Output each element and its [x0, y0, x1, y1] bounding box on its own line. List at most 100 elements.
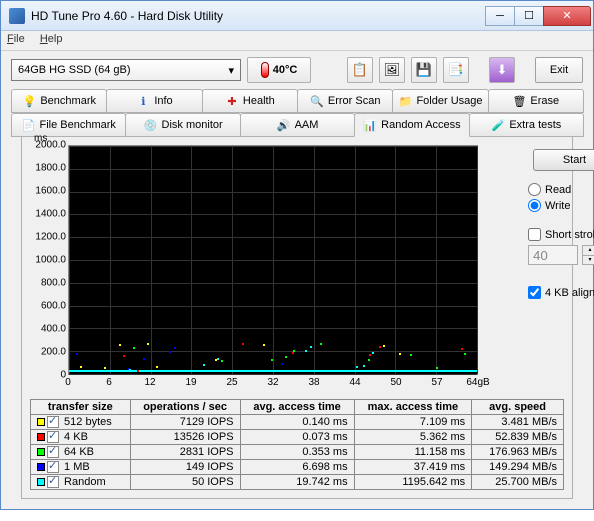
short-stroke-spinner[interactable]: ▴▾	[582, 245, 594, 265]
start-button[interactable]: Start	[533, 149, 594, 171]
tab-error-scan[interactable]: 🔍Error Scan	[297, 89, 393, 113]
health-icon: ✚	[225, 94, 239, 108]
speaker-icon: 🔊	[277, 118, 291, 132]
save-button[interactable]: 💾	[411, 57, 437, 83]
table-cell: 2831 IOPS	[130, 445, 240, 460]
screenshot-button[interactable]: 🖼	[379, 57, 405, 83]
write-radio[interactable]	[528, 199, 541, 212]
minimize-button[interactable]: ─	[485, 6, 515, 26]
close-button[interactable]: ✕	[543, 6, 591, 26]
chart-y-tick: 1000.0	[35, 255, 66, 266]
info-icon: ℹ	[136, 94, 150, 108]
side-panel: Start Read Write Short stroke ▴▾ gB 4 KB…	[528, 145, 594, 375]
table-cell: 0.353 ms	[240, 445, 354, 460]
chart-icon: 📊	[363, 118, 377, 132]
access-time-chart	[68, 145, 478, 375]
tab-folder-usage[interactable]: 📁Folder Usage	[392, 89, 488, 113]
copy-info-button[interactable]: 📋	[347, 57, 373, 83]
table-cell: 37.419 ms	[354, 460, 472, 475]
app-icon	[9, 8, 25, 24]
download-button[interactable]: ⬇	[489, 57, 515, 83]
table-header: transfer size	[31, 400, 131, 415]
table-cell: 7.109 ms	[354, 415, 472, 430]
table-row: 64 KB2831 IOPS0.353 ms11.158 ms176.963 M…	[31, 445, 564, 460]
chart-x-tick: 6	[106, 377, 112, 388]
menubar: File Help	[1, 31, 593, 51]
tab-info[interactable]: ℹInfo	[106, 89, 202, 113]
tab-benchmark[interactable]: 💡Benchmark	[11, 89, 107, 113]
chart-y-tick: 1400.0	[35, 209, 66, 220]
table-cell: 149 IOPS	[130, 460, 240, 475]
table-row: 1 MB149 IOPS6.698 ms37.419 ms149.294 MB/…	[31, 460, 564, 475]
trash-icon: 🗑	[512, 94, 526, 108]
results-table: transfer sizeoperations / secavg. access…	[30, 399, 564, 490]
file-icon: 📄	[21, 118, 35, 132]
chart-y-tick: 1800.0	[35, 163, 66, 174]
chart-x-tick: 64gB	[466, 377, 489, 388]
table-row: 4 KB13526 IOPS0.073 ms5.362 ms52.839 MB/…	[31, 430, 564, 445]
align-label: 4 KB align	[545, 287, 594, 299]
maximize-button[interactable]: ☐	[514, 6, 544, 26]
row-checkbox[interactable]	[47, 461, 59, 473]
tab-aam[interactable]: 🔊AAM	[240, 113, 355, 137]
table-cell: 13526 IOPS	[130, 430, 240, 445]
tab-extra-tests[interactable]: 🧪Extra tests	[469, 113, 584, 137]
row-checkbox[interactable]	[47, 476, 59, 488]
table-header: avg. access time	[240, 400, 354, 415]
tab-random-access[interactable]: 📊Random Access	[354, 113, 469, 137]
chart-x-tick: 25	[226, 377, 237, 388]
chart-y-tick: 2000.0	[35, 140, 66, 151]
table-header: avg. speed	[472, 400, 564, 415]
drive-select[interactable]: 64GB HG SSD (64 gB) ▾	[11, 59, 241, 81]
search-icon: 🔍	[310, 94, 324, 108]
chevron-down-icon: ▾	[228, 64, 234, 77]
table-header: max. access time	[354, 400, 472, 415]
table-cell: 7129 IOPS	[130, 415, 240, 430]
disk-icon: 💿	[144, 118, 158, 132]
drive-select-value: 64GB HG SSD (64 gB)	[18, 64, 131, 76]
table-cell: 19.742 ms	[240, 475, 354, 490]
tab-health[interactable]: ✚Health	[202, 89, 298, 113]
window-title: HD Tune Pro 4.60 - Hard Disk Utility	[31, 9, 486, 23]
table-row: 512 bytes7129 IOPS0.140 ms7.109 ms3.481 …	[31, 415, 564, 430]
tab-erase[interactable]: 🗑Erase	[488, 89, 584, 113]
options-button[interactable]: 📑	[443, 57, 469, 83]
table-cell: 52.839 MB/s	[472, 430, 564, 445]
tab-row-1: 💡Benchmark ℹInfo ✚Health 🔍Error Scan 📁Fo…	[11, 89, 583, 113]
chart-x-tick: 32	[267, 377, 278, 388]
chart-y-tick: 1200.0	[35, 232, 66, 243]
read-radio[interactable]	[528, 183, 541, 196]
table-row: Random50 IOPS19.742 ms1195.642 ms25.700 …	[31, 475, 564, 490]
app-window: HD Tune Pro 4.60 - Hard Disk Utility ─ ☐…	[0, 0, 594, 510]
menu-help[interactable]: Help	[40, 33, 63, 45]
row-checkbox[interactable]	[47, 416, 59, 428]
tab-file-benchmark[interactable]: 📄File Benchmark	[11, 113, 126, 137]
table-header: operations / sec	[130, 400, 240, 415]
read-label: Read	[545, 184, 571, 196]
chart-x-tick: 38	[308, 377, 319, 388]
chart-x-tick: 0	[65, 377, 71, 388]
chart-y-tick: 1600.0	[35, 186, 66, 197]
tab-disk-monitor[interactable]: 💿Disk monitor	[125, 113, 240, 137]
exit-button[interactable]: Exit	[535, 57, 583, 83]
table-cell: 0.073 ms	[240, 430, 354, 445]
table-cell: 5.362 ms	[354, 430, 472, 445]
table-cell: 50 IOPS	[130, 475, 240, 490]
row-checkbox[interactable]	[47, 431, 59, 443]
align-checkbox[interactable]	[528, 286, 541, 299]
chart-y-tick: 600.0	[41, 301, 66, 312]
short-stroke-checkbox[interactable]	[528, 228, 541, 241]
short-stroke-input[interactable]	[528, 245, 578, 265]
chart-y-tick: 800.0	[41, 278, 66, 289]
folder-icon: 📁	[398, 94, 412, 108]
table-cell: 176.963 MB/s	[472, 445, 564, 460]
table-cell: 25.700 MB/s	[472, 475, 564, 490]
table-cell: 149.294 MB/s	[472, 460, 564, 475]
flask-icon: 🧪	[491, 118, 505, 132]
tab-row-2: 📄File Benchmark 💿Disk monitor 🔊AAM 📊Rand…	[11, 113, 583, 137]
titlebar[interactable]: HD Tune Pro 4.60 - Hard Disk Utility ─ ☐…	[1, 1, 593, 31]
toolbar: 64GB HG SSD (64 gB) ▾ 40°C 📋 🖼 💾 📑 ⬇ Exi…	[1, 51, 593, 89]
row-checkbox[interactable]	[47, 446, 59, 458]
menu-file[interactable]: File	[7, 33, 25, 45]
temperature-display: 40°C	[247, 57, 311, 83]
